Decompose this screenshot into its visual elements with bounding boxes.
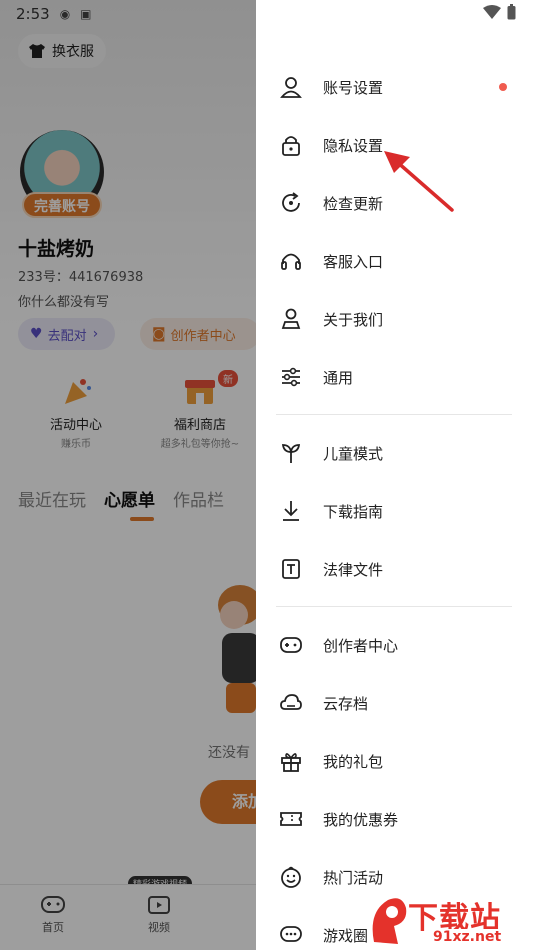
drawer-status-icons (483, 4, 516, 20)
menu-creator-center[interactable]: 创作者中心 (278, 625, 518, 665)
about-user-icon (281, 308, 301, 329)
menu-my-coupons[interactable]: 我的优惠券 (278, 799, 518, 839)
menu-general[interactable]: 通用 (278, 357, 518, 397)
menu-customer-service[interactable]: 客服入口 (278, 241, 518, 281)
menu-label: 游戏圈 (323, 926, 369, 945)
settings-drawer: 账号设置 隐私设置 检查更新 客服入口 关于我们 通用 儿童模式 下载指南 法律… (256, 0, 534, 950)
gift-icon (281, 753, 301, 772)
controller-icon (280, 637, 302, 653)
menu-label: 法律文件 (323, 560, 384, 579)
menu-label: 关于我们 (323, 310, 384, 329)
refresh-icon (282, 192, 300, 212)
watermark-url: 91xz.net (430, 929, 505, 945)
menu-label: 创作者中心 (323, 636, 399, 655)
menu-label: 我的优惠券 (323, 810, 399, 829)
menu-divider (276, 606, 512, 607)
menu-label: 通用 (323, 368, 354, 387)
headset-icon (281, 253, 301, 270)
chat-icon (280, 926, 302, 942)
smile-icon (281, 866, 301, 888)
notification-dot (499, 83, 507, 91)
lock-icon (282, 136, 300, 156)
menu-label: 隐私设置 (323, 136, 384, 155)
menu-label: 下载指南 (323, 502, 384, 521)
annotation-arrow (384, 151, 454, 212)
menu-label: 云存档 (323, 694, 369, 713)
menu-label: 我的礼包 (323, 752, 384, 771)
menu-kids-mode[interactable]: 儿童模式 (278, 433, 518, 473)
menu-label: 客服入口 (323, 252, 384, 271)
menu-label: 检查更新 (323, 194, 384, 213)
menu-download-guide[interactable]: 下载指南 (278, 491, 518, 531)
menu-cloud-save[interactable]: 云存档 (278, 683, 518, 723)
menu-legal-documents[interactable]: 法律文件 (278, 549, 518, 589)
menu-hot-events[interactable]: 热门活动 (278, 857, 518, 897)
user-icon (280, 77, 302, 98)
battery-icon (507, 4, 516, 20)
menu-account-settings[interactable]: 账号设置 (278, 67, 518, 107)
menu-label: 儿童模式 (323, 444, 384, 463)
menu-my-gift-pack[interactable]: 我的礼包 (278, 741, 518, 781)
cloud-icon (280, 694, 302, 710)
sprout-icon (281, 444, 301, 463)
menu-label: 热门活动 (323, 868, 384, 887)
ticket-icon (280, 812, 302, 826)
text-doc-icon (282, 559, 300, 579)
download-icon (283, 501, 299, 521)
menu-about-us[interactable]: 关于我们 (278, 299, 518, 339)
wifi-icon (483, 5, 501, 19)
menu-label: 账号设置 (323, 78, 384, 97)
sliders-icon (282, 367, 300, 387)
menu-divider (276, 414, 512, 415)
